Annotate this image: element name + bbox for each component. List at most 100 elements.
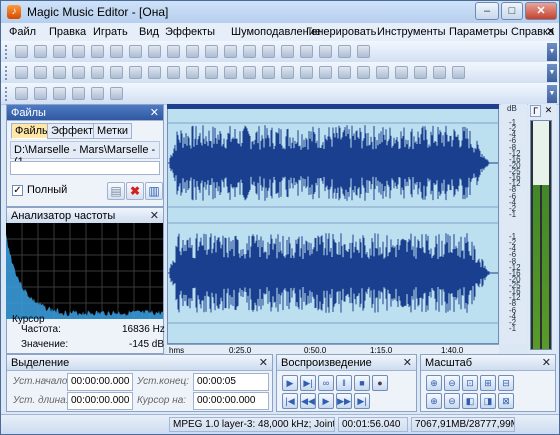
zoom-vertical-in-button[interactable]: ⊕ (426, 393, 442, 409)
toolbar-effects-button-icon[interactable] (167, 66, 180, 79)
toolbar-edit-button-icon[interactable] (15, 87, 28, 100)
zoom-in-button[interactable]: ⊕ (426, 375, 442, 391)
zoom-vertical-out-button[interactable]: ⊖ (444, 393, 460, 409)
toolbar-effects-button-icon[interactable] (34, 66, 47, 79)
start-field[interactable]: 00:00:00.000 (67, 373, 133, 391)
toolbar-main-button-icon[interactable] (224, 45, 237, 58)
zoom-fit-button[interactable]: ⊞ (480, 375, 496, 391)
toolbar-main-button-icon[interactable] (205, 45, 218, 58)
toolbar-main-button-icon[interactable] (110, 45, 123, 58)
menu-play[interactable]: Играть (93, 26, 128, 38)
zoom-selection-button[interactable]: ⊡ (462, 375, 478, 391)
file-list-area[interactable] (10, 161, 160, 175)
toolbar-grip[interactable] (5, 45, 9, 59)
toolbar-effects-button-icon[interactable] (452, 66, 465, 79)
pause-button[interactable]: ‖ (336, 375, 352, 391)
menu-tools[interactable]: Инструменты (377, 26, 446, 38)
toolbar-main-button-icon[interactable] (262, 45, 275, 58)
play-to-end-button[interactable]: ▶| (300, 375, 316, 391)
toolbar-effects-button-icon[interactable] (205, 66, 218, 79)
menu-close-icon[interactable]: ✕ (546, 25, 555, 38)
toolbar-effects-button-icon[interactable] (110, 66, 123, 79)
play-button[interactable]: ▶ (282, 375, 298, 391)
loop-button[interactable]: ∞ (318, 375, 334, 391)
end-field[interactable]: 00:00:05 (193, 373, 269, 391)
toolbar-effects-button-icon[interactable] (376, 66, 389, 79)
forward-button[interactable]: ▶▶ (336, 393, 352, 409)
toolbar-grip[interactable] (5, 87, 9, 101)
minimize-button[interactable]: – (475, 2, 499, 20)
recycle-button[interactable]: ▥ (145, 182, 163, 200)
toolbar-effects-button-icon[interactable] (186, 66, 199, 79)
menu-generate[interactable]: Генерировать (306, 26, 376, 38)
toolbar-main-button-icon[interactable] (357, 45, 370, 58)
toolbar-main-button-icon[interactable] (281, 45, 294, 58)
toolbar-effects-button-icon[interactable] (129, 66, 142, 79)
toolbar-effects-button-icon[interactable] (262, 66, 275, 79)
toolbar-overflow-icon[interactable]: ▼ (547, 43, 557, 61)
cursor-at-field[interactable]: 00:00:00.000 (193, 392, 269, 410)
toolbar-main-button-icon[interactable] (34, 45, 47, 58)
rewind-button[interactable]: ◀◀ (300, 393, 316, 409)
toolbar-effects-button-icon[interactable] (72, 66, 85, 79)
zoom-left-button[interactable]: ◧ (462, 393, 478, 409)
menu-options[interactable]: Параметры (449, 26, 508, 38)
toolbar-main-button-icon[interactable] (129, 45, 142, 58)
toolbar-main-button-icon[interactable] (300, 45, 313, 58)
toolbar-overflow-icon[interactable]: ▼ (547, 85, 557, 103)
go-start-button[interactable]: |◀ (282, 393, 298, 409)
zoom-right-button[interactable]: ◨ (480, 393, 496, 409)
toolbar-effects-button-icon[interactable] (281, 66, 294, 79)
waveform-overview-bar[interactable] (167, 104, 499, 109)
menu-file[interactable]: Файл (9, 26, 36, 38)
close-button[interactable]: ✕ (525, 2, 557, 20)
toolbar-main-button-icon[interactable] (72, 45, 85, 58)
toolbar-effects-button-icon[interactable] (91, 66, 104, 79)
waveform-canvas[interactable] (168, 105, 498, 343)
toolbar-effects-button-icon[interactable] (357, 66, 370, 79)
analyzer-close-icon[interactable]: ✕ (150, 209, 159, 222)
file-list-item[interactable]: D:\Marselle - Mars\Marselle - (1... (10, 141, 160, 168)
record-button[interactable]: ● (372, 375, 388, 391)
toolbar-effects-button-icon[interactable] (414, 66, 427, 79)
toolbar-effects-button-icon[interactable] (433, 66, 446, 79)
open-folder-button[interactable]: ▤ (107, 182, 125, 200)
toolbar-effects-button-icon[interactable] (224, 66, 237, 79)
zoom-reset-button[interactable]: ⊠ (498, 393, 514, 409)
toolbar-effects-button-icon[interactable] (148, 66, 161, 79)
toolbar-main-button-icon[interactable] (53, 45, 66, 58)
toolbar-edit-button-icon[interactable] (72, 87, 85, 100)
full-checkbox[interactable]: ✓ (12, 185, 23, 196)
maximize-button[interactable]: □ (501, 2, 523, 20)
toolbar-effects-button-icon[interactable] (395, 66, 408, 79)
delete-button[interactable]: ✖ (126, 182, 144, 200)
zoom-out-button[interactable]: ⊖ (444, 375, 460, 391)
menu-edit[interactable]: Правка (49, 26, 86, 38)
toolbar-main-button-icon[interactable] (15, 45, 28, 58)
play-small-button[interactable]: ▶ (318, 393, 334, 409)
length-field[interactable]: 00:00:00.000 (67, 392, 133, 410)
go-end-button[interactable]: ▶| (354, 393, 370, 409)
selection-close-icon[interactable]: ✕ (259, 356, 268, 369)
meter-close-icon[interactable]: ✕ (543, 105, 554, 117)
toolbar-effects-button-icon[interactable] (338, 66, 351, 79)
toolbar-edit-button-icon[interactable] (34, 87, 47, 100)
toolbar-grip[interactable] (5, 66, 9, 80)
files-panel-close-icon[interactable]: ✕ (150, 106, 159, 119)
meter-label[interactable]: Г (530, 105, 541, 117)
toolbar-effects-button-icon[interactable] (15, 66, 28, 79)
toolbar-main-button-icon[interactable] (148, 45, 161, 58)
tab-markers[interactable]: Метки (93, 123, 133, 139)
toolbar-edit-button-icon[interactable] (53, 87, 66, 100)
menu-effects[interactable]: Эффекты (165, 26, 215, 38)
toolbar-effects-button-icon[interactable] (53, 66, 66, 79)
zoom-full-button[interactable]: ⊟ (498, 375, 514, 391)
toolbar-main-button-icon[interactable] (243, 45, 256, 58)
toolbar-edit-button-icon[interactable] (91, 87, 104, 100)
toolbar-main-button-icon[interactable] (167, 45, 180, 58)
toolbar-effects-button-icon[interactable] (319, 66, 332, 79)
toolbar-effects-button-icon[interactable] (300, 66, 313, 79)
toolbar-main-button-icon[interactable] (319, 45, 332, 58)
toolbar-main-button-icon[interactable] (91, 45, 104, 58)
toolbar-edit-button-icon[interactable] (110, 87, 123, 100)
